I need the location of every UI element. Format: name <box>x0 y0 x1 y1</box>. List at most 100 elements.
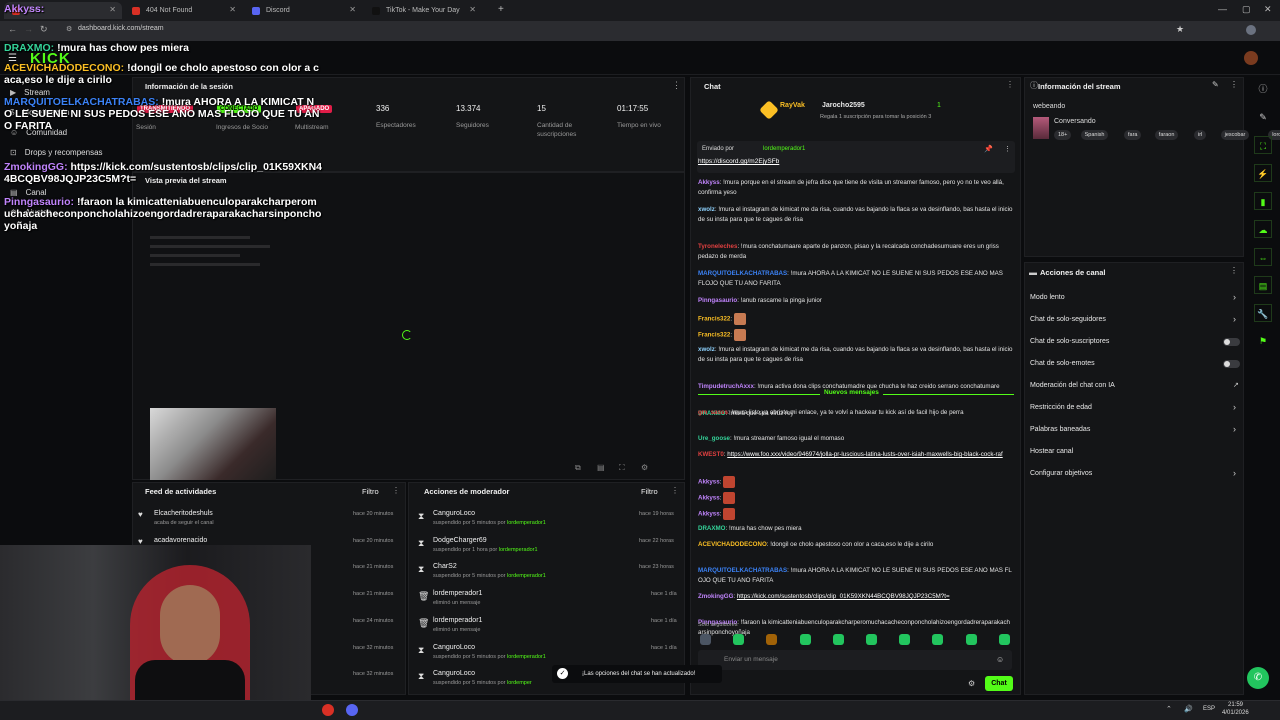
network-icon[interactable]: ⌃ <box>1166 705 1172 713</box>
mod-more-icon[interactable]: ⋮ <box>671 486 679 495</box>
address-bar[interactable] <box>0 21 1280 41</box>
rail-tool-icon[interactable]: ☁ <box>1254 220 1272 238</box>
chat-message[interactable]: DRAXMO: !mura has chow pes miera <box>698 524 1013 534</box>
user-avatar[interactable] <box>1244 51 1258 65</box>
edit-icon[interactable]: ✎ <box>1212 80 1219 89</box>
feed-more-icon[interactable]: ⋮ <box>392 486 400 495</box>
help-chat-icon[interactable]: ✆ <box>1247 667 1269 689</box>
tag-pill[interactable]: irl <box>1194 130 1207 140</box>
chevron-right-icon[interactable]: › <box>1233 402 1236 412</box>
mod-item-name[interactable]: CharS2 <box>433 563 457 570</box>
maximize-icon[interactable]: ▢ <box>1242 4 1251 15</box>
volume-icon[interactable]: 🔊 <box>1184 705 1193 713</box>
mod-item-name[interactable]: lordemperador1 <box>433 617 482 624</box>
tab-close-icon[interactable]: ✕ <box>109 5 116 14</box>
channel-action-item[interactable]: Restricción de edad <box>1030 404 1092 411</box>
browser-tab[interactable]: TikTok - Make Your Day ✕ <box>364 2 482 19</box>
rail-tool-icon[interactable]: ⓘ <box>1254 80 1272 98</box>
chat-input-placeholder[interactable]: Enviar un mensaje <box>724 656 778 663</box>
tag-pill[interactable]: Spanish <box>1080 130 1109 140</box>
emote-icon[interactable] <box>832 634 844 645</box>
emote-icon[interactable] <box>932 634 944 645</box>
toggle-switch[interactable] <box>1223 338 1240 346</box>
language-indicator[interactable]: ESP <box>1203 706 1215 712</box>
theater-icon[interactable]: ▤ <box>597 463 605 472</box>
browser-tab[interactable]: Discord ✕ <box>244 2 362 19</box>
close-window-icon[interactable]: ✕ <box>1264 4 1272 15</box>
site-info-icon[interactable]: ⚙ <box>66 25 72 33</box>
feed-item-name[interactable]: acadavorenacido <box>154 537 207 544</box>
chat-message[interactable]: Akkyss: <box>698 476 1013 488</box>
toggle-switch[interactable] <box>1223 360 1240 368</box>
chat-message[interactable]: KWEST0: https://www.foo.xxx/video/946974… <box>698 450 1013 460</box>
reload-icon[interactable]: ↻ <box>40 24 48 35</box>
chevron-right-icon[interactable]: › <box>1233 292 1236 302</box>
emote-icon[interactable] <box>899 634 911 645</box>
pinned-user[interactable]: lordemperador1 <box>763 146 805 152</box>
tab-close-icon[interactable]: ✕ <box>469 5 476 14</box>
emote-icon[interactable] <box>965 634 977 645</box>
tag-pill[interactable]: 18+ <box>1054 130 1072 140</box>
pin-icon[interactable]: 📌 <box>984 145 993 153</box>
tab-close-icon[interactable]: ✕ <box>349 5 356 14</box>
emote-icon[interactable] <box>866 634 877 645</box>
rail-tool-icon[interactable]: ✎ <box>1254 108 1272 126</box>
settings-icon[interactable]: ⚙ <box>641 463 648 472</box>
chat-message[interactable]: Pinngasaurio: !anub rascame la pinga jun… <box>698 296 1013 306</box>
chat-message[interactable]: Francis322: <box>698 329 1013 341</box>
mod-item-name[interactable]: lordemperador1 <box>433 590 482 597</box>
channel-action-item[interactable]: Hostear canal <box>1030 448 1073 455</box>
rail-tool-icon[interactable]: ▤ <box>1254 276 1272 294</box>
profile-avatar[interactable] <box>1246 25 1256 35</box>
new-tab-icon[interactable]: + <box>498 4 504 15</box>
channel-action-item[interactable]: Palabras baneadas <box>1030 426 1090 433</box>
emote-icon[interactable] <box>733 634 745 645</box>
discord-taskbar-icon[interactable] <box>346 704 358 716</box>
chevron-right-icon[interactable]: › <box>1233 468 1236 478</box>
mod-item-name[interactable]: DodgeCharger69 <box>433 537 487 544</box>
chat-settings-icon[interactable]: ⚙ <box>968 679 975 688</box>
chat-message[interactable]: Tyroneleches: !mura conchatumaare aparte… <box>698 242 1013 262</box>
emoji-icon[interactable]: ☺ <box>996 655 1004 664</box>
emote-icon[interactable] <box>998 634 1010 645</box>
top-gifter-name[interactable]: RayVak <box>780 102 805 109</box>
rail-tool-icon[interactable]: ⚡ <box>1254 164 1272 182</box>
rail-tool-icon[interactable]: ⛶ <box>1254 136 1272 154</box>
rail-tool-icon[interactable]: ⇔ <box>1254 248 1272 266</box>
channel-action-item[interactable]: Chat de solo-seguidores <box>1030 316 1106 323</box>
emote-icon[interactable] <box>799 634 811 645</box>
back-icon[interactable]: ← <box>8 24 17 34</box>
rail-tool-icon[interactable]: ▮ <box>1254 192 1272 210</box>
send-chat-button[interactable]: Chat <box>985 676 1013 691</box>
minimize-icon[interactable]: — <box>1218 4 1227 14</box>
chat-more-icon[interactable]: ⋮ <box>1006 80 1014 89</box>
mod-item-name[interactable]: CanguroLoco <box>433 510 475 517</box>
mod-item-name[interactable]: CanguroLoco <box>433 670 475 677</box>
rail-tool-icon[interactable]: 🔧 <box>1254 304 1272 322</box>
rail-tool-icon[interactable]: ⚑ <box>1254 332 1272 350</box>
tag-pill[interactable]: jescobar <box>1220 130 1250 140</box>
emote-icon[interactable] <box>766 634 778 645</box>
chat-message[interactable]: gm_sasss: !mura listo ya abriste mi enla… <box>698 408 1013 418</box>
clock-date[interactable]: 4/01/2026 <box>1222 710 1249 716</box>
tag-pill[interactable]: fara <box>1124 130 1142 140</box>
pinned-more-icon[interactable]: ⋮ <box>1004 145 1011 153</box>
chevron-right-icon[interactable]: › <box>1233 424 1236 434</box>
pinned-link[interactable]: https://discord.gg/m2EjySFb <box>698 158 779 165</box>
tag-pill[interactable]: faraon <box>1154 130 1179 140</box>
chat-message[interactable]: Akkyss: !mura porque en el stream de jef… <box>698 178 1013 198</box>
chat-message[interactable]: ACEVICHADODECONO: !dongil oe cholo apest… <box>698 540 1013 550</box>
channel-action-item[interactable]: Moderación del chat con IA <box>1030 382 1115 389</box>
tab-close-icon[interactable]: ✕ <box>229 5 236 14</box>
forward-icon[interactable]: → <box>24 24 33 34</box>
more-icon[interactable]: ⋮ <box>672 80 681 91</box>
channel-action-item[interactable]: Modo lento <box>1030 294 1065 301</box>
chat-message[interactable]: Francis322: <box>698 313 1013 325</box>
channel-action-item[interactable]: Configurar objetivos <box>1030 470 1092 477</box>
chat-message[interactable]: Akkyss: <box>698 508 1013 520</box>
external-link-icon[interactable]: ↗ <box>1233 381 1239 389</box>
gift-user-name[interactable]: Jarocho2595 <box>822 102 865 109</box>
mod-filter-button[interactable]: Filtro <box>641 487 658 496</box>
chat-message[interactable]: ZmokingGG: https://kick.com/sustentosb/c… <box>698 592 1013 602</box>
feed-item-name[interactable]: Elcacheritodeshuls <box>154 510 213 517</box>
